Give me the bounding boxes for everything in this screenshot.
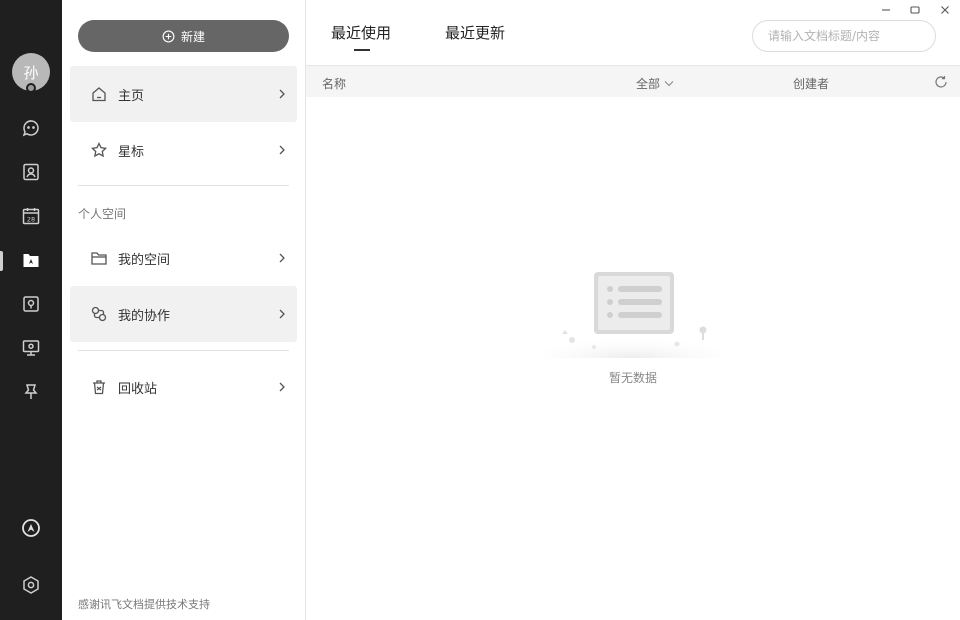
new-button-label: 新建 xyxy=(180,29,205,44)
chevron-right-icon xyxy=(279,253,285,263)
column-creator: 创建者 xyxy=(793,77,830,91)
sidebar-item-collaboration[interactable]: 我的协作 xyxy=(70,286,297,342)
svg-text:28: 28 xyxy=(27,216,35,224)
home-icon xyxy=(92,87,106,102)
footer-text: 感谢讯飞文档提供技术支持 xyxy=(78,598,210,611)
tab-recent-updated[interactable]: 最近更新 xyxy=(445,22,505,43)
settings-icon[interactable] xyxy=(20,574,42,596)
active-indicator xyxy=(0,251,3,271)
collab-icon xyxy=(91,306,107,322)
empty-illustration xyxy=(534,272,730,358)
meeting-icon[interactable] xyxy=(20,337,42,359)
sidebar-item-my-space[interactable]: 我的空间 xyxy=(70,230,297,286)
sidebar-item-label: 星标 xyxy=(118,144,145,160)
sidebar-item-label: 主页 xyxy=(118,88,145,104)
refresh-icon[interactable] xyxy=(934,75,948,89)
sidebar-divider xyxy=(78,350,289,351)
chevron-right-icon xyxy=(279,382,285,392)
chevron-right-icon xyxy=(279,89,285,99)
wiki-icon[interactable] xyxy=(20,293,42,315)
sidebar-item-label: 回收站 xyxy=(118,381,158,397)
maximize-icon xyxy=(910,6,920,14)
docs-icon[interactable] xyxy=(20,249,42,271)
chat-icon[interactable] xyxy=(20,117,42,139)
section-label: 个人空间 xyxy=(78,207,127,221)
left-rail: 孙 28 xyxy=(0,0,62,620)
column-name: 名称 xyxy=(322,77,347,91)
sidebar-divider xyxy=(78,185,289,186)
minimize-icon xyxy=(882,9,890,11)
avatar-text: 孙 xyxy=(23,63,39,82)
sidebar-item-starred[interactable]: 星标 xyxy=(70,122,297,178)
star-icon xyxy=(90,141,108,158)
filter-dropdown[interactable]: 全部 xyxy=(636,75,674,92)
plus-circle-icon xyxy=(162,30,175,42)
contacts-icon[interactable] xyxy=(20,161,42,183)
sidebar: 新建 主页 星标 个人空间 我的空间 我的协作 回收站 感谢讯飞文档提供技术支持 xyxy=(62,0,306,620)
new-button[interactable]: 新建 xyxy=(78,20,289,52)
filter-label: 全部 xyxy=(636,77,661,91)
empty-state-text: 暂无数据 xyxy=(608,371,657,385)
calendar-icon[interactable]: 28 xyxy=(20,205,42,227)
chevron-down-icon xyxy=(664,81,674,87)
app-window: 孙 28 新建 主页 星标 个人空间 我的空间 我的协作 回收站 感谢讯飞文档提… xyxy=(0,0,960,620)
active-tab-underline xyxy=(354,49,370,51)
chevron-right-icon xyxy=(279,145,285,155)
status-dot xyxy=(26,83,36,93)
pin-icon[interactable] xyxy=(20,381,42,403)
search-input[interactable] xyxy=(752,20,936,52)
maximize-button[interactable] xyxy=(908,3,922,17)
sidebar-item-trash[interactable]: 回收站 xyxy=(70,359,297,415)
tab-recent-used[interactable]: 最近使用 xyxy=(331,22,391,43)
sidebar-item-label: 我的空间 xyxy=(118,252,171,268)
table-header: 名称 全部 创建者 xyxy=(306,65,960,97)
sidebar-item-home[interactable]: 主页 xyxy=(70,66,297,122)
chevron-right-icon xyxy=(279,309,285,319)
minimize-button[interactable] xyxy=(879,3,893,17)
close-button[interactable] xyxy=(938,3,952,17)
main-panel: 最近使用 最近更新 名称 全部 创建者 xyxy=(306,0,960,620)
sidebar-item-label: 我的协作 xyxy=(118,308,171,324)
folder-icon xyxy=(91,252,107,265)
trash-icon xyxy=(93,380,105,395)
close-icon xyxy=(941,6,949,14)
app-logo-icon[interactable] xyxy=(20,517,42,539)
